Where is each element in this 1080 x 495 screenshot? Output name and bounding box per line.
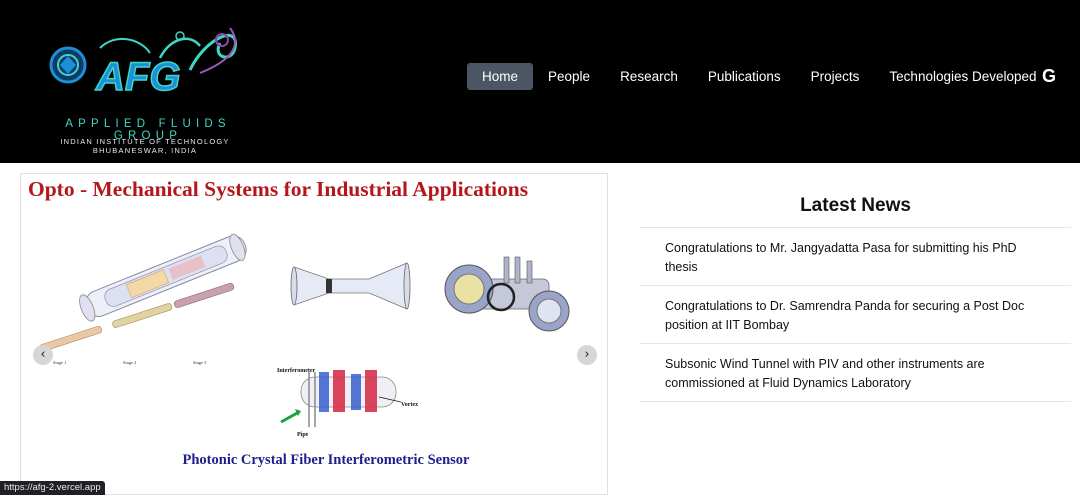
logo-institute-line1: INDIAN INSTITUTE OF TECHNOLOGY: [60, 137, 230, 146]
nav-projects[interactable]: Projects: [796, 63, 875, 90]
slide-caption: Photonic Crystal Fiber Interferometric S…: [182, 452, 470, 468]
site-logo[interactable]: AFG APPLIED FLUIDS GROUP INDIAN INSTITUT…: [40, 18, 250, 155]
nav-publications[interactable]: Publications: [693, 63, 796, 90]
nav-people[interactable]: People: [533, 63, 605, 90]
svg-text:AFG: AFG: [95, 55, 180, 99]
latest-news-heading: Latest News: [800, 195, 911, 216]
nav-technologies-developed[interactable]: Technologies Developed: [874, 63, 1051, 90]
main-nav: Home People Research Publications Projec…: [467, 63, 1052, 90]
nav-home[interactable]: Home: [467, 63, 534, 90]
flow-cell-figure: [444, 256, 570, 332]
nav-research[interactable]: Research: [605, 63, 693, 90]
chevron-left-icon[interactable]: ‹: [33, 345, 53, 365]
logo-institute: INDIAN INSTITUTE OF TECHNOLOGY BHUBANESW…: [50, 137, 240, 155]
stage-2-label: Stage 2: [123, 360, 136, 365]
google-icon[interactable]: G: [1040, 66, 1058, 86]
chevron-right-icon[interactable]: ›: [577, 345, 597, 365]
stage-1-label: Stage 1: [53, 360, 66, 365]
stage-3-label: Stage 3: [193, 360, 207, 365]
news-list: Congratulations to Mr. Jangyadatta Pasa …: [640, 227, 1071, 402]
hero-carousel: Opto - Mechanical Systems for Industrial…: [20, 173, 608, 495]
pipe-label: Pipe: [297, 432, 309, 438]
site-header: AFG APPLIED FLUIDS GROUP INDIAN INSTITUT…: [0, 0, 1080, 163]
news-item[interactable]: Congratulations to Mr. Jangyadatta Pasa …: [640, 228, 1071, 286]
slide-title: Opto - Mechanical Systems for Industrial…: [28, 177, 529, 201]
news-item[interactable]: Congratulations to Dr. Samrendra Panda f…: [640, 286, 1071, 344]
interferometer-label: Interferometer: [277, 368, 316, 374]
vortex-label: Vortex: [401, 402, 418, 408]
logo-institute-line2: BHUBANESWAR, INDIA: [92, 146, 198, 155]
venturi-figure: [290, 262, 411, 310]
afg-logo-icon: AFG: [49, 27, 237, 100]
news-item[interactable]: Subsonic Wind Tunnel with PIV and other …: [640, 344, 1071, 402]
interferometer-figure: Interferometer Vortex Pipe: [277, 368, 418, 438]
status-bar-url: https://afg-2.vercel.app: [0, 481, 105, 495]
stage-assembly-figure: Stage 1 Stage 2 Stage 3: [38, 233, 247, 365]
